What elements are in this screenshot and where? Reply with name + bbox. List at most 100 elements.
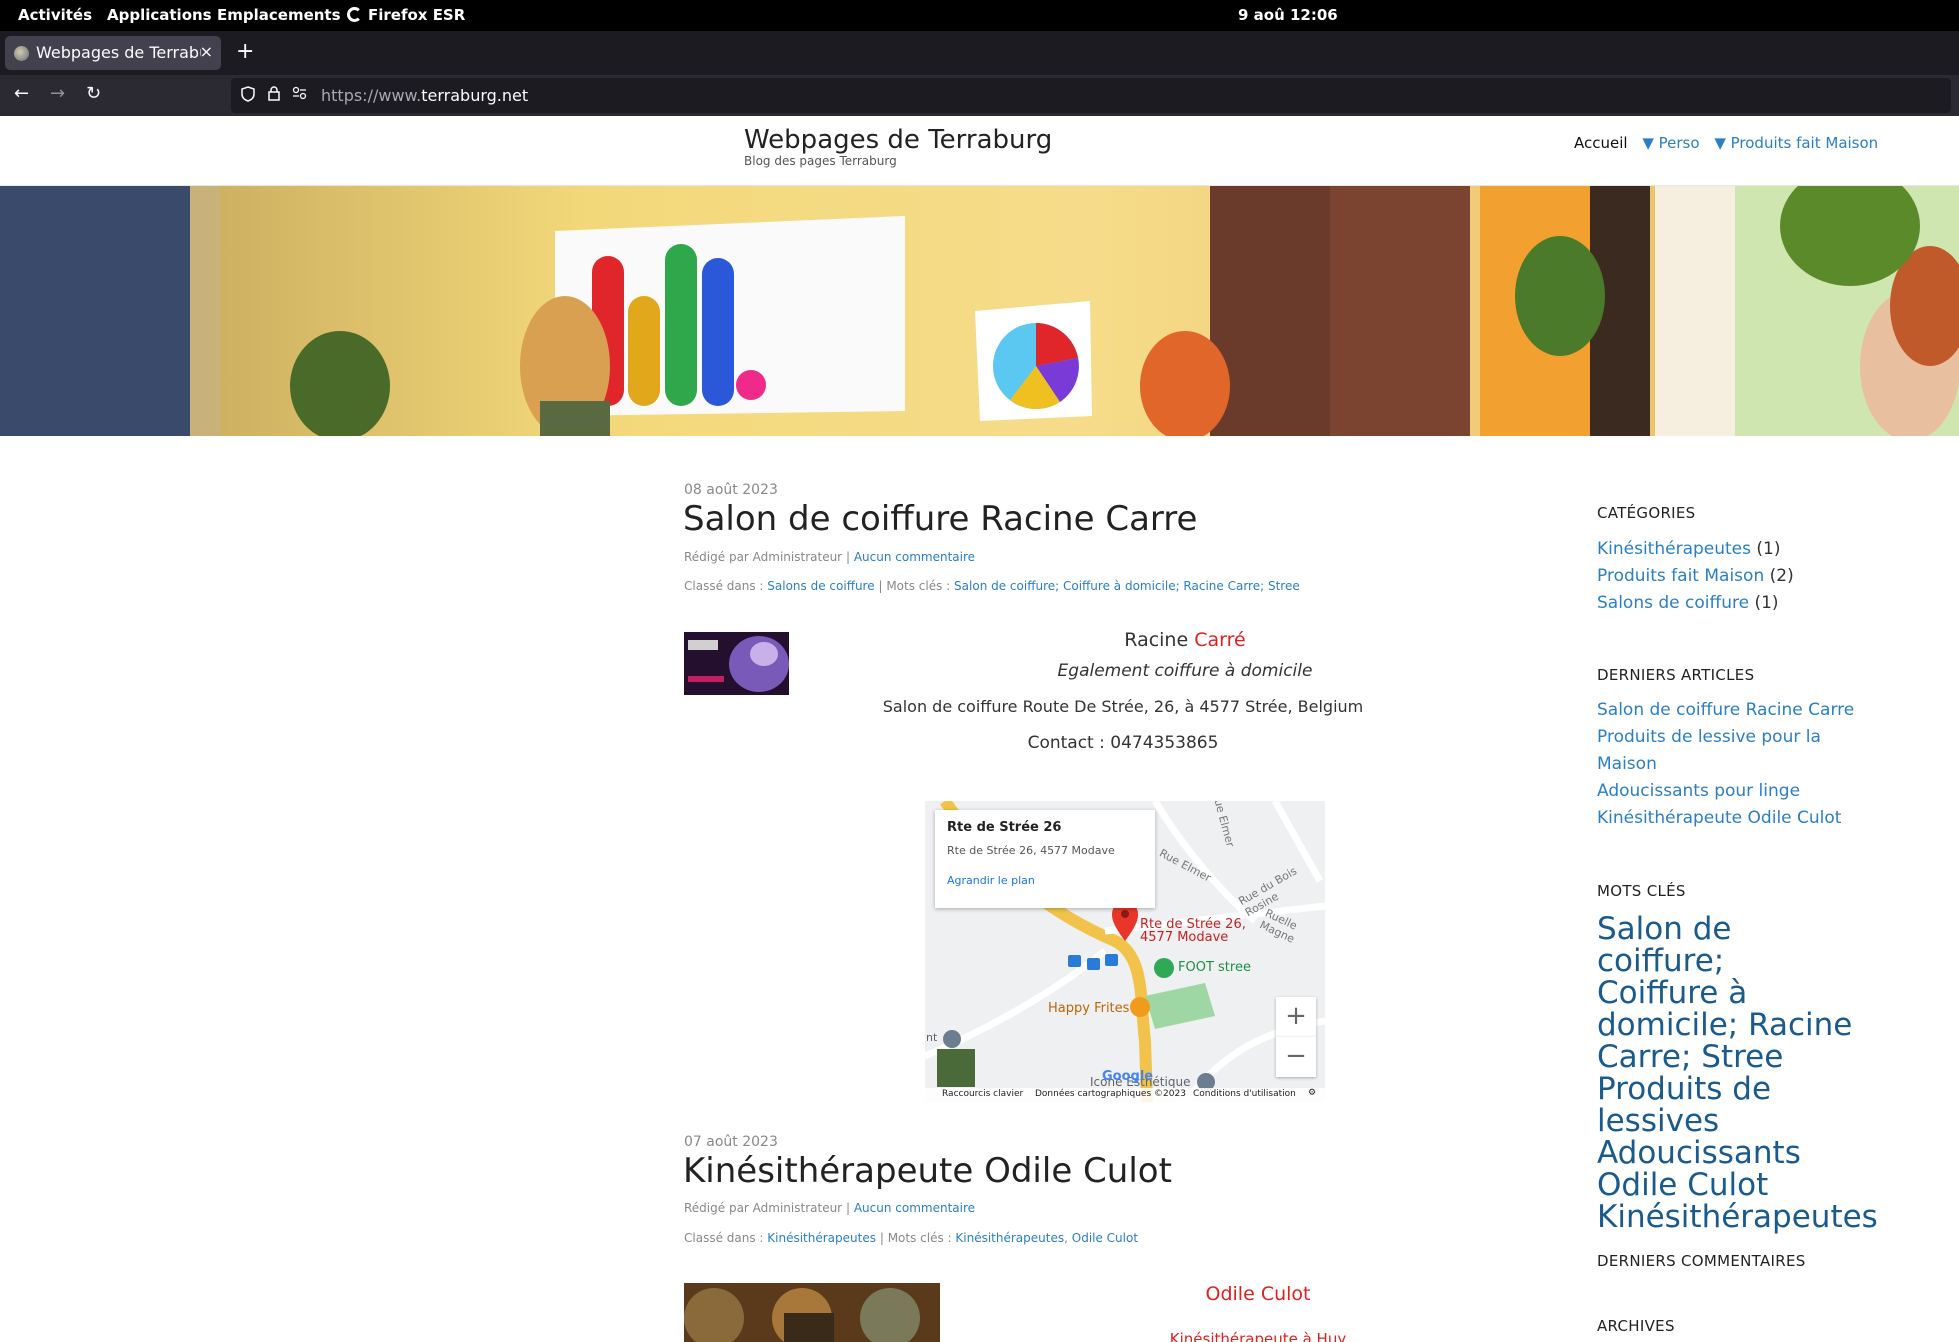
tag-link[interactable]: Kinésithérapeutes <box>1597 1201 1878 1233</box>
map-keyboard-shortcuts[interactable]: Raccourcis clavier <box>942 1089 1023 1099</box>
tags-heading: MOTS CLÉS <box>1597 882 1686 900</box>
business-name: Racine Carré <box>985 629 1385 651</box>
tag-link[interactable]: Odile Culot <box>1597 1169 1867 1201</box>
tracking-shield-icon[interactable] <box>241 86 255 102</box>
category-link[interactable]: Kinésithérapeutes (1) <box>1597 539 1781 559</box>
post-date: 08 août 2023 <box>684 482 778 498</box>
lock-icon[interactable] <box>268 86 280 101</box>
map-poi-frites[interactable]: Happy Frites <box>1048 1001 1129 1016</box>
business-name-part2: Carré <box>1194 629 1246 651</box>
tab-title: Webpages de Terraburg <box>36 43 201 62</box>
menu-item-produits[interactable]: ▼ Produits fait Maison <box>1714 134 1878 152</box>
google-logo: Google <box>1102 1069 1154 1084</box>
map-footer: Raccourcis clavier Données cartographiqu… <box>925 1088 1325 1102</box>
tags-prefix: Mots clés : <box>887 1231 952 1245</box>
forward-arrow-icon[interactable]: → <box>50 83 65 104</box>
tag-link[interactable]: Salon de coiffure; <box>1597 913 1867 977</box>
post-author: Rédigé par Administrateur <box>684 550 843 564</box>
tab-strip: Webpages de Terraburg × <box>0 31 1959 75</box>
archives-heading: ARCHIVES <box>1597 1317 1675 1335</box>
business-address: Salon de coiffure Route De Strée, 26, à … <box>882 697 1364 716</box>
header-banner-image <box>0 186 1959 436</box>
menu-item-home[interactable]: Accueil <box>1574 134 1628 152</box>
recent-post-link[interactable]: Produits de lessive pour la <box>1597 727 1821 747</box>
category-label: Salons de coiffure <box>1597 593 1750 613</box>
post-comments-link[interactable]: Aucun commentaire <box>854 550 975 564</box>
category-prefix: Classé dans : <box>684 579 764 593</box>
post-tags-link[interactable]: Salon de coiffure; Coiffure à domicile; … <box>954 579 1300 593</box>
post-comments-link[interactable]: Aucun commentaire <box>854 1201 975 1215</box>
menu-item-perso[interactable]: ▼ Perso <box>1642 134 1699 152</box>
post-category-link[interactable]: Salons de coiffure <box>767 579 874 593</box>
tag-link[interactable]: domicile; Racine <box>1597 1009 1867 1041</box>
category-link[interactable]: Salons de coiffure (1) <box>1597 593 1779 613</box>
app-menu[interactable]: Firefox ESR <box>347 6 465 24</box>
site-favicon-icon <box>14 46 29 61</box>
close-tab-icon[interactable]: × <box>200 42 213 61</box>
post-title[interactable]: Kinésithérapeute Odile Culot <box>683 1151 1172 1191</box>
map-card-address: Rte de Strée 26, 4577 Modave <box>947 844 1115 857</box>
tag-link[interactable]: lessives <box>1597 1105 1867 1137</box>
map-card-title: Rte de Strée 26 <box>947 820 1062 835</box>
site-tagline: Blog des pages Terraburg <box>744 154 897 168</box>
recent-posts-heading: DERNIERS ARTICLES <box>1597 666 1755 684</box>
new-tab-button[interactable]: + <box>236 39 254 64</box>
post-title[interactable]: Salon de coiffure Racine Carre <box>683 499 1197 539</box>
meta-separator: | <box>878 579 883 593</box>
navigation-toolbar: ← → ↻ https://www.terraburg.net <box>0 75 1959 116</box>
category-label: Produits fait Maison <box>1597 566 1765 586</box>
browser-tab[interactable]: Webpages de Terraburg × <box>5 36 221 70</box>
post-thumbnail-image[interactable] <box>684 632 789 695</box>
business-contact: Contact : 0474353865 <box>1027 733 1219 753</box>
site-title[interactable]: Webpages de Terraburg <box>744 125 1052 155</box>
map-report-icon[interactable]: ⚙ <box>1308 1088 1316 1098</box>
permissions-icon[interactable] <box>292 86 307 100</box>
post-tag-link[interactable]: Odile Culot <box>1072 1231 1138 1245</box>
map-pin-label: Rte de Strée 26, 4577 Modave <box>1140 918 1246 944</box>
category-count: (1) <box>1754 593 1779 613</box>
post-thumbnail-image[interactable] <box>684 1283 940 1342</box>
tag-link[interactable]: Produits de <box>1597 1073 1867 1105</box>
applications-menu[interactable]: Applications <box>107 6 212 24</box>
activities-button[interactable]: Activités <box>18 6 92 24</box>
map-terms-link[interactable]: Conditions d'utilisation <box>1193 1089 1296 1099</box>
post-category-link[interactable]: Kinésithérapeutes <box>767 1231 876 1245</box>
enlarge-map-link[interactable]: Agrandir le plan <box>947 874 1035 887</box>
map-pin-label-line2: 4577 Modave <box>1140 930 1229 945</box>
recent-post-link[interactable]: Kinésithérapeute Odile Culot <box>1597 808 1841 828</box>
back-arrow-icon[interactable]: ← <box>14 83 29 104</box>
map-zoom-in-button[interactable]: + <box>1276 997 1316 1037</box>
recent-post-link[interactable]: Maison <box>1597 754 1657 774</box>
meta-separator: | <box>879 1231 884 1245</box>
categories-heading: CATÉGORIES <box>1597 504 1696 522</box>
tag-link[interactable]: Coiffure à <box>1597 977 1867 1009</box>
app-name: Firefox ESR <box>368 6 466 24</box>
post-tag-link[interactable]: Kinésithérapeutes <box>955 1231 1064 1245</box>
firefox-icon <box>347 7 362 22</box>
business-subtitle: Egalement coiffure à domicile <box>1057 661 1313 681</box>
reload-icon[interactable]: ↻ <box>86 83 101 104</box>
url-text[interactable]: https://www.terraburg.net <box>321 86 528 105</box>
map-zoom-out-button[interactable]: − <box>1276 1037 1316 1077</box>
url-bar[interactable]: https://www.terraburg.net <box>231 78 1951 113</box>
category-link[interactable]: Produits fait Maison (2) <box>1597 566 1794 586</box>
category-count: (2) <box>1769 566 1794 586</box>
map-poi-foot[interactable]: FOOT stree <box>1178 960 1251 975</box>
recent-post-link[interactable]: Salon de coiffure Racine Carre <box>1597 700 1854 720</box>
post-date: 07 août 2023 <box>684 1134 778 1150</box>
category-prefix: Classé dans : <box>684 1231 764 1245</box>
practitioner-subtitle: Kinésithérapeute à Huy <box>1169 1330 1347 1342</box>
site-header: Webpages de Terraburg Blog des pages Ter… <box>0 116 1959 186</box>
tag-link[interactable]: Carre; Stree <box>1597 1041 1867 1073</box>
web-page: Webpages de Terraburg Blog des pages Ter… <box>0 116 1959 1342</box>
tag-link[interactable]: Adoucissants <box>1597 1137 1867 1169</box>
post-author-line: Rédigé par Administrateur | Aucun commen… <box>684 1201 975 1215</box>
main-menu: Accueil ▼ Perso ▼ Produits fait Maison <box>1574 134 1888 152</box>
recent-post-link[interactable]: Adoucissants pour linge <box>1597 781 1800 801</box>
category-label: Kinésithérapeutes <box>1597 539 1751 559</box>
embedded-map[interactable]: Rte de Strée 26 Rte de Strée 26, 4577 Mo… <box>925 801 1325 1102</box>
clock[interactable]: 9 aoû 12:06 <box>1238 6 1338 24</box>
map-data-credit: Données cartographiques ©2023 <box>1035 1089 1186 1099</box>
post-taxonomy-line: Classé dans : Kinésithérapeutes | Mots c… <box>684 1231 1139 1245</box>
places-menu[interactable]: Emplacements <box>217 6 341 24</box>
